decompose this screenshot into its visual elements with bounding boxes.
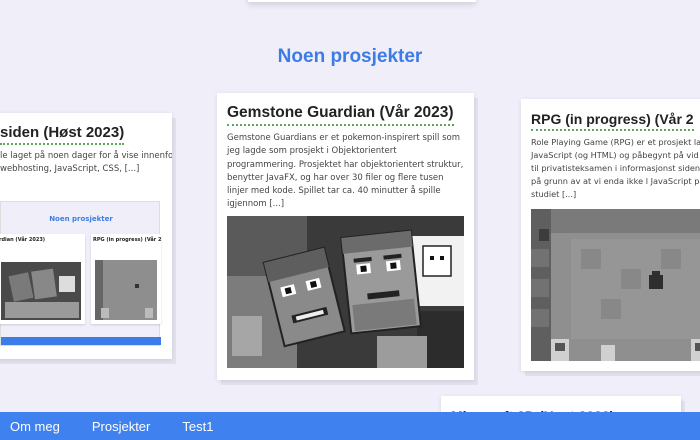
previous-section-card xyxy=(248,0,476,2)
project-screenshot: Noen prosjekter rdian (Vår 2023) RPG (in… xyxy=(0,201,162,346)
project-description: Gemstone Guardians er et pokemon-inspire… xyxy=(227,133,464,210)
screenshot-card-image xyxy=(1,262,81,320)
nav-item-prosjekter[interactable]: Prosjekter xyxy=(92,419,151,434)
project-card-website[interactable]: siden (Høst 2023) le laget på noen dager… xyxy=(0,113,172,359)
project-title: Gemstone Guardian (Vår 2023) xyxy=(227,104,454,126)
gemstone-guardian-art xyxy=(227,216,464,368)
screenshot-card-title: rdian (Vår 2023) xyxy=(0,237,46,243)
screenshot-card-title: RPG (in progress) (Vår 2 xyxy=(93,237,162,243)
project-image xyxy=(227,216,464,368)
screenshot-card-image xyxy=(95,260,157,320)
screenshot-card: rdian (Vår 2023) xyxy=(0,234,85,324)
game-art-image xyxy=(1,262,81,320)
nav-item-om-meg[interactable]: Om meg xyxy=(10,419,60,434)
project-description: le laget på noen dager for å vise innenf… xyxy=(0,151,172,174)
project-card-rpg[interactable]: RPG (in progress) (Vår 2 Role Playing Ga… xyxy=(521,99,700,371)
project-title: siden (Høst 2023) xyxy=(0,124,125,145)
nav-item-test1[interactable]: Test1 xyxy=(182,419,213,434)
project-title: RPG (in progress) (Vår 2 xyxy=(531,111,694,131)
project-card-gemstone-guardian[interactable]: Gemstone Guardian (Vår 2023) Gemstone Gu… xyxy=(217,93,474,380)
game-map-image xyxy=(95,260,157,320)
section-title: Noen prosjekter xyxy=(277,46,423,67)
screenshot-card: RPG (in progress) (Vår 2 xyxy=(91,234,162,324)
screenshot-section-title: Noen prosjekter xyxy=(49,215,113,223)
project-image xyxy=(531,209,700,361)
screenshot-navbar xyxy=(1,337,161,345)
project-description: Role Playing Game (RPG) er et prosjekt l… xyxy=(531,137,700,199)
rpg-map-art xyxy=(531,209,700,361)
bottom-navbar: Om meg Prosjekter Test1 xyxy=(0,412,700,440)
